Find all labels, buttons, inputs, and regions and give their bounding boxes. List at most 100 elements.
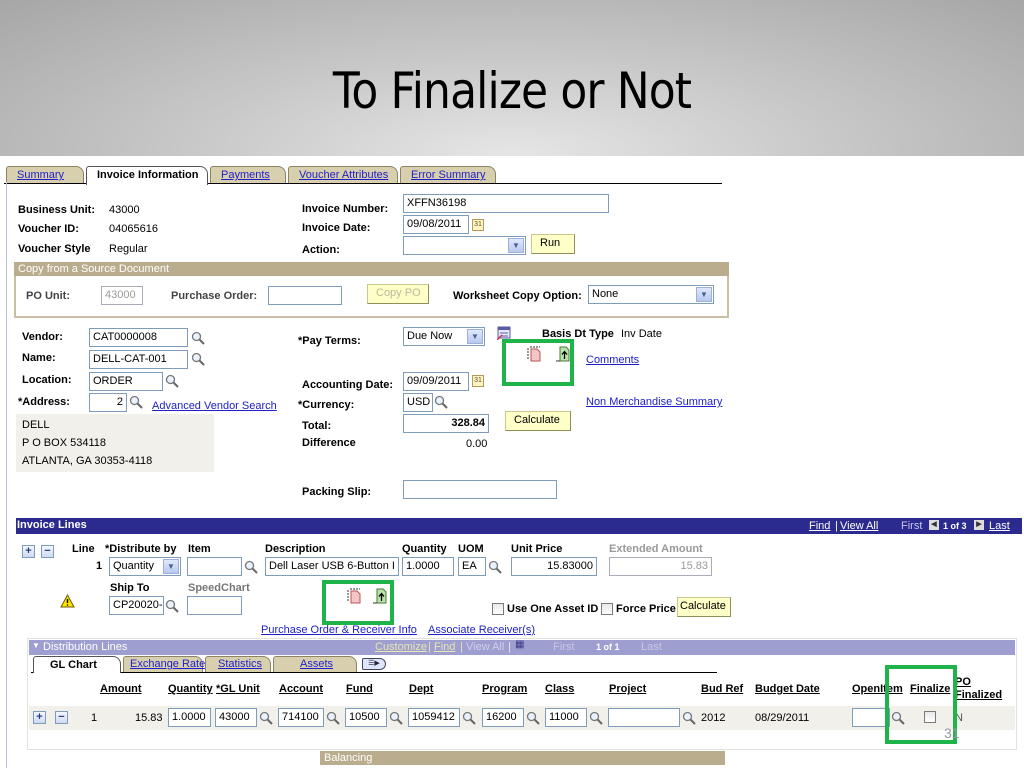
tab-gl-chart[interactable]: GL Chart (33, 656, 121, 673)
col-fund[interactable]: Fund (346, 683, 373, 695)
dept-input[interactable]: 1059412 (408, 708, 460, 727)
po-receiver-info-link[interactable]: Purchase Order & Receiver Info (261, 624, 417, 636)
tab-exchange-rate[interactable]: Exchange Rate (123, 656, 205, 672)
program-input[interactable]: 16200 (482, 708, 524, 727)
ship-to-input[interactable]: CP20020- (109, 596, 164, 615)
accounting-date-input[interactable]: 09/09/2011 (403, 372, 469, 391)
upload-doc-icon[interactable] (373, 588, 387, 604)
pay-terms-select[interactable]: Due Now ▼ (403, 327, 485, 346)
search-icon[interactable] (191, 331, 205, 345)
project-input[interactable] (608, 708, 680, 727)
upload-doc-icon[interactable] (556, 346, 570, 362)
search-icon[interactable] (259, 711, 273, 725)
worksheet-copy-select[interactable]: None ▼ (588, 285, 714, 304)
tab-payments[interactable]: Payments (210, 166, 286, 183)
tab-voucher-attributes[interactable]: Voucher Attributes (288, 166, 398, 183)
distribute-by-select[interactable]: Quantity ▼ (109, 557, 181, 576)
associate-receivers-link[interactable]: Associate Receiver(s) (428, 624, 535, 636)
uom-input[interactable]: EA (458, 557, 486, 576)
grid-icon[interactable]: ▦ (515, 639, 524, 650)
search-icon[interactable] (682, 711, 696, 725)
col-program[interactable]: Program (482, 683, 527, 695)
find-link[interactable]: Find (809, 520, 830, 532)
force-price-checkbox[interactable] (601, 603, 613, 615)
calculate-button[interactable]: Calculate (505, 411, 571, 431)
col-class[interactable]: Class (545, 683, 574, 695)
invoice-number-input[interactable]: XFFN36198 (403, 194, 609, 213)
comments-link[interactable]: Comments (586, 354, 639, 366)
invoice-date-input[interactable]: 09/08/2011 (403, 215, 469, 234)
name-input[interactable]: DELL-CAT-001 (89, 350, 188, 369)
location-input[interactable]: ORDER (89, 372, 163, 391)
fund-input[interactable]: 10500 (345, 708, 387, 727)
schedule-icon[interactable] (497, 326, 511, 340)
next-icon[interactable]: ▶ (974, 520, 984, 530)
run-button[interactable]: Run (531, 234, 575, 254)
line-calculate-button[interactable]: Calculate (677, 597, 731, 617)
col-bud-ref[interactable]: Bud Ref (701, 683, 743, 695)
search-icon[interactable] (191, 352, 205, 366)
search-icon[interactable] (165, 599, 179, 613)
item-input[interactable] (187, 557, 242, 576)
packing-slip-input[interactable] (403, 480, 557, 499)
view-all-link[interactable]: View All (466, 641, 504, 653)
search-icon[interactable] (488, 560, 502, 574)
non-merchandise-summary-link[interactable]: Non Merchandise Summary (586, 396, 722, 408)
copy-po-button[interactable]: Copy PO (367, 284, 429, 304)
class-input[interactable]: 11000 (545, 708, 587, 727)
tab-assets[interactable]: Assets (273, 656, 357, 672)
col-gl-unit[interactable]: *GL Unit (216, 683, 260, 695)
vendor-input[interactable]: CAT0000008 (89, 328, 188, 347)
attachment-doc-icon[interactable] (527, 346, 541, 362)
tab-error-summary[interactable]: Error Summary (400, 166, 496, 183)
col-po-finalized[interactable]: PO Finalized (955, 676, 1005, 702)
gl-unit-input[interactable]: 43000 (215, 708, 257, 727)
attachment-doc-icon[interactable] (347, 588, 361, 604)
total-input[interactable]: 328.84 (403, 414, 489, 433)
last-link[interactable]: Last (989, 520, 1010, 532)
currency-input[interactable]: USD (403, 393, 433, 412)
col-amount[interactable]: Amount (100, 683, 142, 695)
search-icon[interactable] (244, 560, 258, 574)
search-icon[interactable] (389, 711, 403, 725)
collapse-icon[interactable]: ▼ (32, 641, 40, 650)
search-icon[interactable] (326, 711, 340, 725)
description-input[interactable]: Dell Laser USB 6-Button I (265, 557, 399, 576)
tab-summary[interactable]: Summary (6, 166, 84, 183)
unit-price-input[interactable]: 15.83000 (511, 557, 597, 576)
view-all-link[interactable]: View All (840, 520, 878, 532)
purchase-order-input[interactable] (268, 286, 342, 305)
calendar-icon[interactable]: 31 (472, 219, 484, 231)
add-distribution-button[interactable]: + (33, 711, 46, 724)
col-dept[interactable]: Dept (409, 683, 433, 695)
dist-quantity-input[interactable]: 1.0000 (168, 708, 211, 727)
col-budget-date[interactable]: Budget Date (755, 683, 820, 695)
address-input[interactable]: 2 (89, 393, 127, 412)
col-account[interactable]: Account (279, 683, 323, 695)
previous-icon[interactable]: ◀ (929, 520, 939, 530)
show-all-columns-icon[interactable]: ☰▶ (362, 658, 386, 670)
col-project[interactable]: Project (609, 683, 646, 695)
search-icon[interactable] (526, 711, 540, 725)
speedchart-input[interactable] (187, 596, 242, 615)
search-icon[interactable] (462, 711, 476, 725)
action-select[interactable]: ▼ (403, 236, 526, 255)
tab-invoice-information[interactable]: Invoice Information (86, 166, 208, 185)
find-link[interactable]: Find (434, 641, 455, 653)
account-input[interactable]: 714100 (278, 708, 324, 727)
search-icon[interactable] (434, 395, 448, 409)
advanced-vendor-search-link[interactable]: Advanced Vendor Search (152, 400, 277, 412)
tab-statistics[interactable]: Statistics (205, 656, 271, 672)
quantity-input[interactable]: 1.0000 (402, 557, 454, 576)
po-unit-input[interactable]: 43000 (101, 286, 143, 305)
search-icon[interactable] (129, 395, 143, 409)
delete-distribution-button[interactable]: − (55, 711, 68, 724)
customize-link[interactable]: Customize (375, 641, 427, 653)
search-icon[interactable] (165, 374, 179, 388)
delete-line-button[interactable]: − (41, 545, 54, 558)
calendar-icon[interactable]: 31 (472, 375, 484, 387)
add-line-button[interactable]: + (22, 545, 35, 558)
search-icon[interactable] (589, 711, 603, 725)
use-one-asset-checkbox[interactable] (492, 603, 504, 615)
col-quantity[interactable]: Quantity (168, 683, 213, 695)
